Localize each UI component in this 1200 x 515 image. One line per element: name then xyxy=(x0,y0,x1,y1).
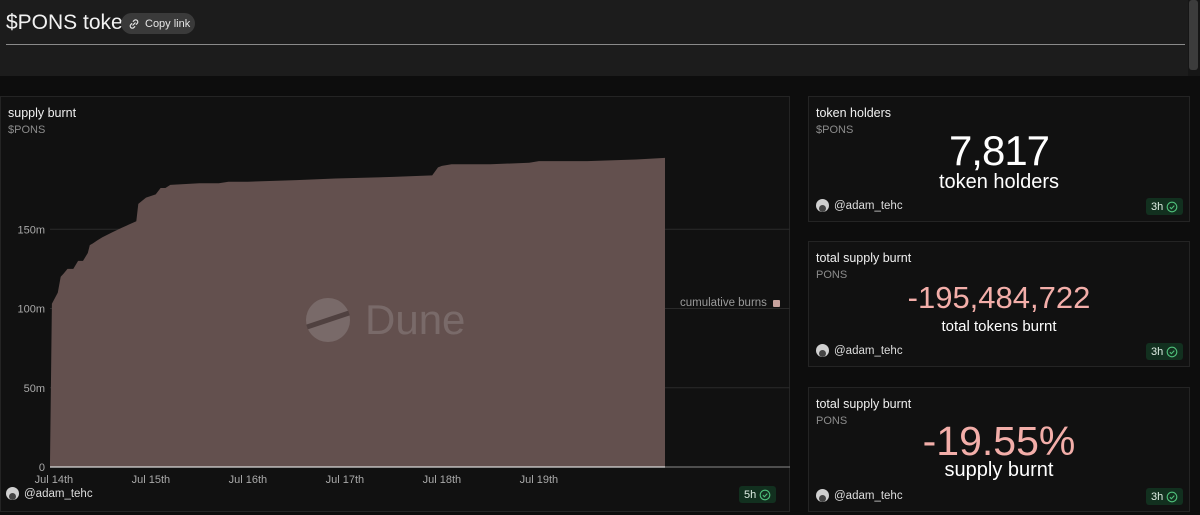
card-title: total supply burnt xyxy=(816,251,912,265)
y-tick-label: 100m xyxy=(17,304,45,316)
avatar xyxy=(816,344,829,357)
card-title: token holders xyxy=(816,106,892,120)
counter-value: -195,484,722 xyxy=(907,280,1091,315)
x-tick-label: Jul 19th xyxy=(520,474,559,486)
badge-age: 3h xyxy=(1151,345,1164,358)
x-tick-label: Jul 15th xyxy=(132,474,171,486)
y-tick-label: 50m xyxy=(24,383,45,395)
author-name: @adam_tehc xyxy=(834,344,903,357)
y-tick-label: 0 xyxy=(39,462,45,474)
badge-age: 3h xyxy=(1151,200,1164,213)
token-holders-card: token holders $PONS 7,817 token holders … xyxy=(808,96,1190,222)
check-circle-icon xyxy=(1166,346,1178,357)
freshness-badge[interactable]: 3h xyxy=(1146,198,1184,215)
avatar xyxy=(816,199,829,212)
x-tick-label: Jul 17th xyxy=(326,474,365,486)
supply-burnt-percent-card: total supply burnt PONS -19.55% supply b… xyxy=(808,387,1190,512)
scrollbar-thumb[interactable] xyxy=(1189,0,1198,70)
author-name: @adam_tehc xyxy=(834,199,903,212)
counter-value: -19.55% xyxy=(922,418,1076,464)
x-tick-label: Jul 16th xyxy=(229,474,268,486)
watermark-text: Dune xyxy=(365,296,466,343)
freshness-badge[interactable]: 3h xyxy=(1146,343,1184,360)
x-tick-label: Jul 18th xyxy=(423,474,462,486)
check-circle-icon xyxy=(1166,491,1178,502)
counter-label: total tokens burnt xyxy=(941,318,1057,335)
dune-watermark: Dune xyxy=(305,296,465,344)
author-link[interactable]: @adam_tehc xyxy=(6,487,93,500)
freshness-badge[interactable]: 5h xyxy=(739,486,777,503)
author-name: @adam_tehc xyxy=(24,487,93,500)
y-tick-label: 150m xyxy=(17,224,45,236)
chart-legend[interactable]: cumulative burns xyxy=(680,297,780,309)
author-link[interactable]: @adam_tehc xyxy=(816,344,903,357)
avatar xyxy=(6,487,19,500)
dune-logo-icon xyxy=(306,298,350,342)
x-tick-label: Jul 14th xyxy=(35,474,74,486)
freshness-badge[interactable]: 3h xyxy=(1146,488,1184,505)
counter-label: token holders xyxy=(938,171,1060,193)
legend-swatch xyxy=(772,299,780,307)
total-tokens-burnt-card: total supply burnt PONS -195,484,722 tot… xyxy=(808,241,1190,367)
avatar xyxy=(816,489,829,502)
legend-label: cumulative burns xyxy=(680,297,767,309)
card-title: total supply burnt xyxy=(816,397,912,411)
counter-value: 7,817 xyxy=(948,127,1050,174)
check-circle-icon xyxy=(759,489,771,500)
check-circle-icon xyxy=(1166,201,1178,212)
author-link[interactable]: @adam_tehc xyxy=(816,199,903,212)
badge-age: 5h xyxy=(744,488,757,501)
author-name: @adam_tehc xyxy=(834,489,903,502)
author-link[interactable]: @adam_tehc xyxy=(816,489,903,502)
supply-burnt-chart: 0 50m 100m 150m Jul 14th Jul 15th Jul 16th Jul … xyxy=(17,157,790,486)
counter-label: supply burnt xyxy=(944,459,1054,481)
badge-age: 3h xyxy=(1151,490,1164,503)
